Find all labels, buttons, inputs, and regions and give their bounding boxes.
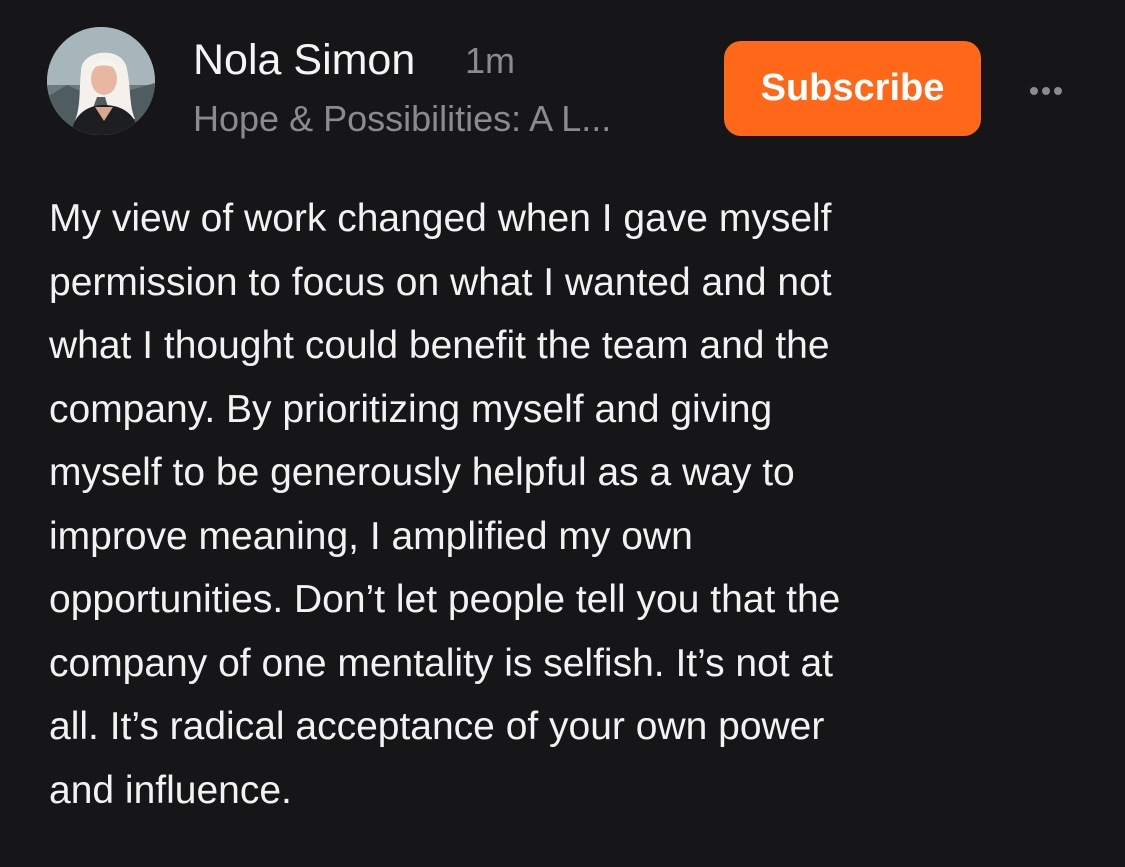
author-photo-icon — [47, 27, 155, 135]
post-line: company. By prioritizing myself and givi… — [49, 387, 773, 431]
post-line: what I thought could benefit the team an… — [49, 324, 830, 367]
more-horizontal-icon — [1030, 87, 1062, 95]
post-line: and influence. — [49, 768, 292, 812]
post-line: improve meaning, I amplified my own — [49, 514, 693, 558]
more-options-button[interactable] — [1022, 77, 1070, 105]
post-line: My view of work changed when I gave myse… — [49, 197, 832, 240]
author-avatar[interactable] — [47, 27, 155, 135]
post-body: My view of work changed when I gave myse… — [49, 187, 1079, 822]
post-line: permission to focus on what I wanted and… — [49, 260, 832, 304]
post-line: company of one mentality is selfish. It’… — [49, 641, 833, 685]
note-card: Nola Simon 1m Hope & Possibilities: A L.… — [0, 0, 1125, 867]
post-line: all. It’s radical acceptance of your own… — [49, 705, 825, 748]
publication-name[interactable]: Hope & Possibilities: A L... — [193, 96, 693, 142]
subscribe-button[interactable]: Subscribe — [724, 41, 981, 136]
post-line: myself to be generously helpful as a way… — [49, 451, 795, 494]
post-timestamp: 1m — [465, 40, 516, 81]
author-name[interactable]: Nola Simon — [193, 34, 415, 86]
post-line: opportunities. Don’t let people tell you… — [49, 578, 841, 621]
